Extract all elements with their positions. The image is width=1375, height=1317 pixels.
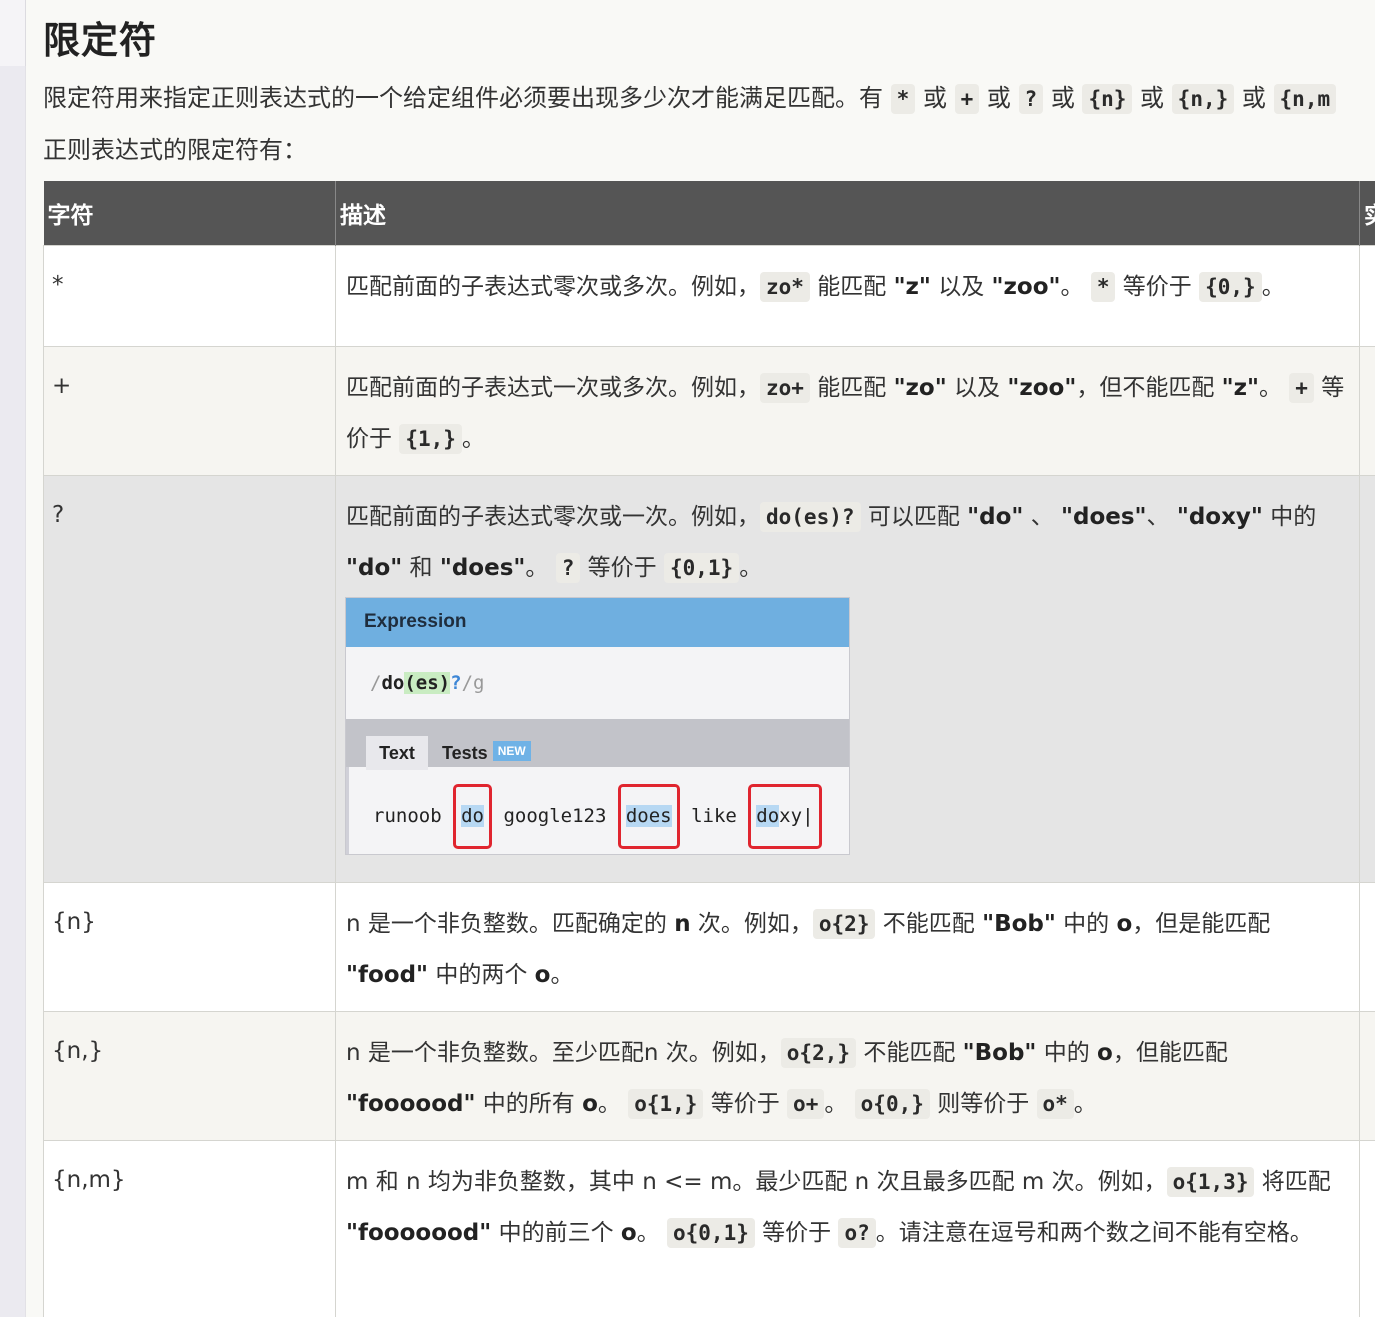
inline-code: ? <box>1018 84 1044 114</box>
inline-code: o{1,} <box>628 1088 704 1119</box>
example-cell <box>1359 881 1375 1012</box>
inline-code: {n,} <box>1171 84 1235 114</box>
table-header-row: 字符 描述 实 <box>43 181 1375 245</box>
desc-cell: n 是一个非负整数。匹配确定的 n 次。例如， o{2} 不能匹配 "Bob" 中… <box>335 881 1360 1012</box>
intro-text: 限定符用来指定正则表达式的一个给定组件必须要出现多少次才能满足匹配。有 <box>43 84 883 112</box>
page-title: 限定符 <box>43 19 157 62</box>
tab-text: Text <box>366 735 428 770</box>
inline-code: + <box>954 84 980 114</box>
left-sidebar-edge <box>0 0 26 1317</box>
inline-code: o? <box>838 1217 876 1248</box>
inline-code: * <box>1090 271 1116 302</box>
regex-demo-image: Expression /do(es)?/g Text Tests NEW runo… <box>346 597 849 854</box>
desc-cell: 匹配前面的子表达式零次或一次。例如， do(es)? 可以匹配 "do" 、 "d… <box>335 474 1360 883</box>
table-row: ? 匹配前面的子表达式零次或一次。例如， do(es)? 可以匹配 "do" 、 … <box>43 474 1375 883</box>
desc-cell: 匹配前面的子表达式一次或多次。例如， zo+ 能匹配 "zo" 以及 "zoo"，… <box>335 345 1360 476</box>
table-row: + 匹配前面的子表达式一次或多次。例如， zo+ 能匹配 "zo" 以及 "zoo… <box>43 345 1375 476</box>
inline-code: o{0,1} <box>667 1217 755 1248</box>
table-row: {n,m} m 和 n 均为非负整数，其中 n <= m。最少匹配 n 次且最多… <box>43 1139 1375 1317</box>
inline-code: {1,} <box>399 423 462 454</box>
example-cell <box>1359 244 1375 347</box>
regex-demo-tabs: Text Tests NEW <box>346 718 849 770</box>
inline-code: do(es)? <box>760 501 861 532</box>
inline-code: o{1,3} <box>1166 1166 1255 1197</box>
match-highlight: doxy| <box>748 783 822 849</box>
desc-cell: m 和 n 均为非负整数，其中 n <= m。最少匹配 n 次且最多匹配 m 次… <box>335 1139 1360 1317</box>
inline-code: zo* <box>760 271 810 302</box>
inline-code: * <box>890 84 916 114</box>
regex-expression: /do(es)?/g <box>346 646 849 719</box>
or-text: 或 <box>1140 84 1165 112</box>
inline-code: o{2} <box>812 908 876 939</box>
example-cell <box>1359 1139 1375 1317</box>
char-cell: {n} <box>43 881 336 1012</box>
inline-code: zo+ <box>760 372 810 403</box>
new-badge: NEW <box>492 740 531 761</box>
quantifier-table: 字符 描述 实 * 匹配前面的子表达式零次或多次。例如，zo* 能匹配 "z" … <box>43 181 1375 1317</box>
desc-cell: n 是一个非负整数。至少匹配n 次。例如， o{2,} 不能匹配 "Bob" 中的… <box>335 1010 1360 1141</box>
regex-sample-text: runoob do google123 does like doxy| <box>346 766 849 854</box>
header-example: 实 <box>1359 181 1375 245</box>
or-text: 或 <box>986 84 1011 112</box>
char-cell: * <box>43 244 336 347</box>
or-text: 或 <box>1050 84 1075 112</box>
inline-code: o{0,} <box>854 1088 930 1119</box>
example-cell <box>1359 474 1375 883</box>
table-row: * 匹配前面的子表达式零次或多次。例如， zo* 能匹配 "z" 以及 "zoo"… <box>43 244 1375 347</box>
inline-code: {n,m <box>1273 84 1337 114</box>
header-desc: 描述 <box>335 181 1360 245</box>
tab-tests: Tests NEW <box>428 736 535 770</box>
main-content: 限定符 限定符用来指定正则表达式的一个给定组件必须要出现多少次才能满足匹配。有 … <box>26 0 1375 1317</box>
match-highlight: does <box>617 783 680 849</box>
intro-paragraph: 限定符用来指定正则表达式的一个给定组件必须要出现多少次才能满足匹配。有 * 或 … <box>43 78 1337 119</box>
inline-code: {0,} <box>1199 271 1262 302</box>
char-cell: {n,} <box>43 1010 336 1141</box>
intro-line2: 正则表达式的限定符有： <box>43 136 307 164</box>
inline-code: + <box>1289 372 1314 403</box>
inline-code: o+ <box>787 1088 825 1119</box>
example-cell <box>1359 345 1375 476</box>
desc-cell: 匹配前面的子表达式零次或多次。例如， zo* 能匹配 "z" 以及 "zoo"。 … <box>335 244 1360 347</box>
regex-demo-header: Expression <box>346 597 849 647</box>
inline-code: {0,1} <box>663 552 740 583</box>
char-cell: + <box>43 345 336 476</box>
inline-code: ? <box>555 552 581 583</box>
header-char: 字符 <box>43 181 336 245</box>
sidebar-notch <box>0 0 26 66</box>
table-row: {n} n 是一个非负整数。匹配确定的 n 次。例如， o{2} 不能匹配 "Bo… <box>43 881 1375 1012</box>
char-cell: ? <box>43 474 336 883</box>
char-cell: {n,m} <box>43 1139 336 1317</box>
or-text: 或 <box>922 84 947 112</box>
inline-code: o{2,} <box>780 1037 856 1068</box>
inline-code: o* <box>1036 1088 1074 1119</box>
table-row: {n,} n 是一个非负整数。至少匹配n 次。例如， o{2,} 不能匹配 "Bo… <box>43 1010 1375 1141</box>
or-text: 或 <box>1241 84 1266 112</box>
example-cell <box>1359 1010 1375 1141</box>
match-highlight: do <box>453 783 492 849</box>
inline-code: {n} <box>1082 84 1133 114</box>
